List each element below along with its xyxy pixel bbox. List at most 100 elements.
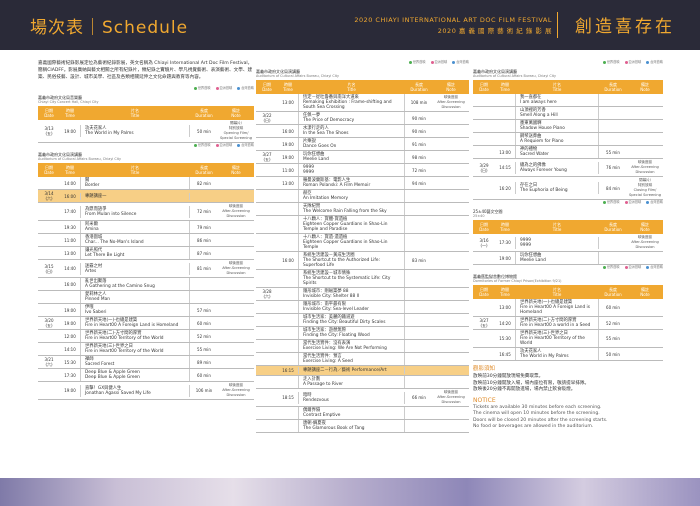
legend-dot-icon bbox=[193, 143, 197, 147]
legend-dot-icon bbox=[624, 60, 628, 64]
time-cell bbox=[278, 306, 298, 308]
note-cell bbox=[433, 169, 469, 171]
title-cell: 專題講座一 bbox=[80, 192, 190, 200]
title-cell: 暗時 Rendezvous bbox=[298, 391, 405, 404]
title-cell: 世界新天地(一)-也總是建築 Fire in Heart00 A Foreign … bbox=[515, 299, 599, 316]
duration-cell bbox=[405, 293, 433, 295]
table-row: 愛莉林之人 Pinned Man bbox=[38, 291, 254, 304]
table-row: 3/15 (日) 14:40 迷霧之村 Artes 81 min 映後座談 After-Scr… bbox=[38, 260, 254, 278]
column-header: 日期 Date bbox=[262, 82, 272, 92]
legend-dot-icon bbox=[430, 60, 434, 64]
note-cell bbox=[433, 260, 469, 262]
note-cell bbox=[433, 358, 469, 360]
time-cell bbox=[278, 208, 298, 210]
title-cell: 存在之日 The Euphoria of Being bbox=[515, 182, 599, 194]
title-cell: 赫亞 An Imitation Memory bbox=[298, 190, 405, 202]
table-row: 3/21 (六) 15:30 禪師 Sacred Forest 89 min bbox=[38, 356, 254, 369]
legend-dot-icon bbox=[215, 143, 219, 147]
legend: 世界首映 亞洲首映 台灣首映 bbox=[473, 200, 663, 205]
date-cell: 3/20 (五) bbox=[44, 318, 54, 328]
title-cell: 功夫花家人 The World in My Palms bbox=[80, 125, 190, 137]
legend: 世界首映 亞洲首映 台灣首映 bbox=[38, 143, 254, 148]
date-cell: 3/15 (日) bbox=[44, 263, 54, 274]
date-cell bbox=[473, 138, 495, 140]
date-cell bbox=[38, 182, 60, 184]
column-header: 片名 Title bbox=[130, 165, 140, 175]
title-cell: 阿米爾 Amina bbox=[80, 221, 190, 233]
table-row: 城市生活家：美麗的鐵道遊 Finding the City: Beautiful … bbox=[256, 314, 469, 327]
time-cell: 16:00 bbox=[64, 193, 76, 199]
column-header: 片名 Title bbox=[552, 82, 562, 92]
duration-cell: 76 min bbox=[606, 165, 620, 170]
duration-cell: 72 min bbox=[412, 167, 426, 173]
note-cell: 映後座談 After-Screening Discussion bbox=[222, 261, 250, 275]
column-header: 備註 Note bbox=[640, 287, 650, 297]
time-cell bbox=[278, 117, 298, 119]
legend-item: 世界首映 bbox=[602, 265, 620, 269]
date-cell: 3/27 (五) bbox=[262, 152, 272, 162]
title-cell: 鋼琴送葬曲 A Requiem for Piano bbox=[515, 133, 599, 145]
table-row: 19:00 伊哦 Ivo Saberi 57 min bbox=[38, 304, 254, 317]
duration-cell: 82 min bbox=[197, 180, 211, 186]
duration-cell bbox=[599, 138, 627, 140]
table-row: 16:00 系統生活建設－黃成生活圈 The Shortcut to the Aut… bbox=[256, 252, 469, 270]
date-cell bbox=[256, 169, 278, 171]
time-cell: 19:00 bbox=[64, 320, 76, 326]
date-cell bbox=[256, 425, 278, 427]
column-header: 片名 Title bbox=[552, 222, 562, 232]
note-cell bbox=[627, 353, 663, 355]
table-header: 日期 Date 時間 Time 片名 Title 長度 Duration 備註 Note bbox=[473, 285, 663, 299]
title-cell: 為鼎而語爭 From Mulan into Silence bbox=[80, 205, 190, 218]
decorative-artwork bbox=[0, 478, 700, 506]
table-row: 12:00 世界新天地(二)-方寸間的厚實 Fire in Heart00 Terr… bbox=[38, 330, 254, 343]
time-cell bbox=[495, 138, 515, 140]
date-cell bbox=[38, 226, 60, 228]
venue-block: 世界首映 亞洲首映 台灣首映 嘉義市政府文化局音樂廳 Chiayi City Conce… bbox=[38, 86, 254, 143]
title-cell: 玩你狂想曲 Meelie Land bbox=[298, 151, 405, 163]
legend-dot-icon bbox=[215, 86, 219, 90]
duration-cell: 55 min bbox=[197, 346, 211, 352]
note-cell bbox=[218, 348, 254, 350]
legend-dot-icon bbox=[646, 265, 650, 269]
legend-dot-icon bbox=[602, 265, 606, 269]
venue-subtitle: Auditorium of Cultural Affairs Bureau, C… bbox=[38, 157, 121, 161]
date-cell: 3/27 (五) bbox=[479, 318, 489, 328]
note-cell bbox=[627, 338, 663, 340]
legend-dot-icon bbox=[646, 60, 650, 64]
time-cell bbox=[278, 224, 298, 226]
duration-cell: 87 min bbox=[197, 250, 211, 256]
time-cell: 13:00 bbox=[499, 149, 511, 155]
table-row: 11:00 9999 9999 72 min bbox=[256, 164, 469, 177]
legend: 世界首映 亞洲首映 台灣首映 bbox=[473, 265, 663, 270]
duration-cell: 84 min bbox=[606, 185, 620, 191]
legend: 世界首映 亞洲首映 台灣首映 bbox=[473, 60, 663, 65]
duration-cell bbox=[190, 283, 218, 285]
date-cell: 3/13 (五) bbox=[44, 126, 54, 136]
column-header: 片名 Title bbox=[347, 82, 356, 92]
duration-cell: 106 min bbox=[195, 388, 213, 393]
duration-cell: 50 min bbox=[606, 351, 620, 357]
column-header: 備註 Note bbox=[640, 222, 650, 232]
legend-item: 世界首映 bbox=[602, 200, 620, 204]
date-cell: 3/14 (六) bbox=[44, 191, 54, 201]
note-cell bbox=[433, 242, 469, 244]
venue-subtitle: Chiayi City Concert Hall, Chiayi City bbox=[38, 100, 99, 104]
legend-item: 亞洲首映 bbox=[624, 200, 641, 204]
title-cell: 走入計劃 A Passage to River bbox=[298, 376, 405, 388]
table-row: 17:30 Deep Blue & Apple Green Deep Blue & … bbox=[38, 369, 254, 382]
date-cell bbox=[256, 370, 278, 372]
date-cell bbox=[38, 335, 60, 337]
title-cell: 水漾行走的人 In the Sea The Shoes bbox=[298, 125, 405, 137]
legend-item: 亞洲首映 bbox=[624, 60, 641, 64]
legend: 世界首映 亞洲首映 台灣首映 bbox=[256, 60, 469, 65]
venue-subtitle: Dormitories of Former Chiayi Prison(Exhi… bbox=[473, 279, 562, 283]
legend-item: 亞洲首映 bbox=[624, 265, 641, 269]
header-divider bbox=[557, 12, 558, 38]
venue-block: 世界首映 亞洲首映 台灣首映 嘉義市政府文化局演講廳 Auditorium of Cul… bbox=[473, 60, 663, 200]
column-header: 備註 Note bbox=[231, 108, 241, 118]
time-cell: 13:00 bbox=[499, 305, 511, 310]
duration-cell bbox=[405, 381, 433, 383]
date-cell bbox=[256, 332, 278, 334]
table-row: 14:10 世界新天地(三)-世界之日 Fire in Heart00 Territ… bbox=[38, 343, 254, 356]
table-row: 13:00 羅曼波蘭斯基：電影人生 Roman Polanski: A Film M… bbox=[256, 177, 469, 190]
